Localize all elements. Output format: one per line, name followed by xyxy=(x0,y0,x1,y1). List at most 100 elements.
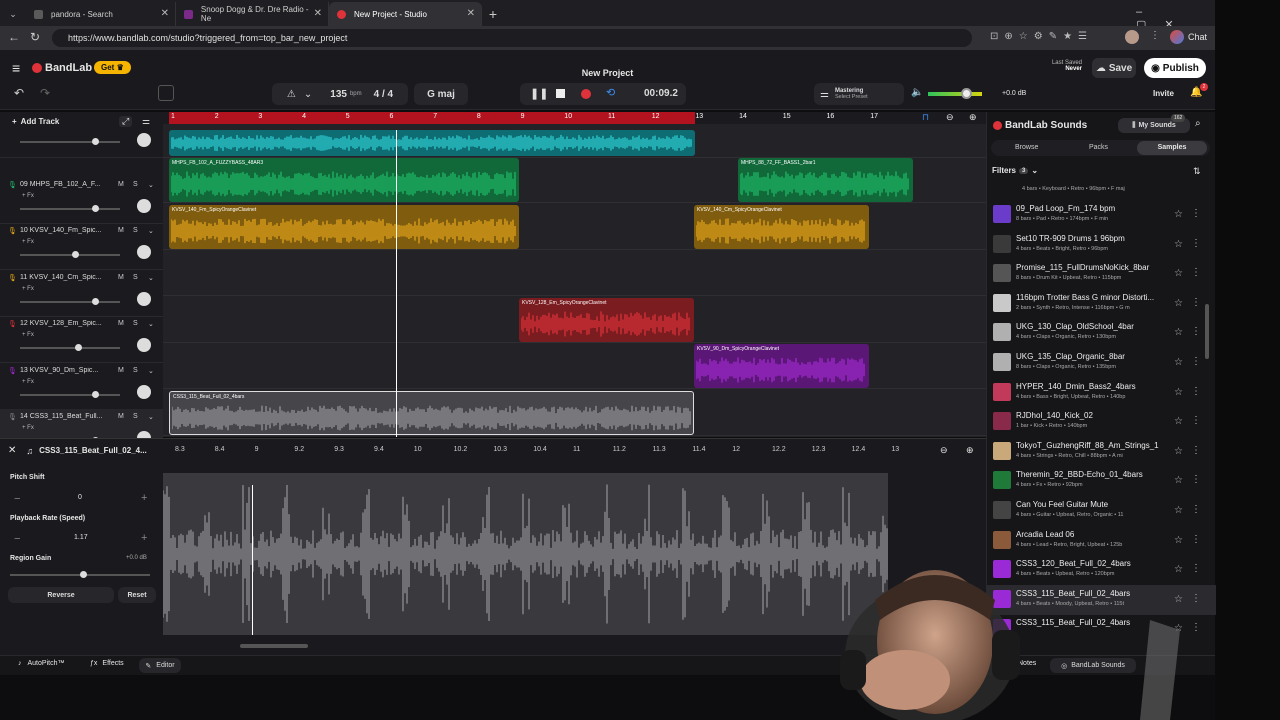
solo-button[interactable]: S xyxy=(133,413,138,420)
editor-tab[interactable]: ✎ Editor xyxy=(139,658,181,673)
favorite-star-icon[interactable]: ☆ xyxy=(1174,268,1183,279)
tab-browse[interactable]: Browse xyxy=(1015,144,1038,151)
track-row[interactable]: 🎙 12 KVSV_128_Em_Spic... + Fx M S ⌄ xyxy=(0,316,163,363)
back-arrow-icon[interactable]: ← xyxy=(8,30,20,44)
favorite-star-icon[interactable]: ☆ xyxy=(1174,416,1183,427)
track-lane[interactable] xyxy=(163,249,986,296)
more-options-icon[interactable]: ⋮ xyxy=(1191,504,1201,515)
add-track-button[interactable]: + Add Track xyxy=(12,117,59,126)
key-selector[interactable]: G maj xyxy=(414,83,468,105)
publish-button[interactable]: ◉ Publish xyxy=(1144,58,1206,78)
chevron-down-icon[interactable]: ⌄ xyxy=(148,413,154,421)
solo-button[interactable]: S xyxy=(133,274,138,281)
list-item[interactable]: Set10 TR-909 Drums 1 96bpm 4 bars • Beat… xyxy=(987,230,1216,260)
favorite-star-icon[interactable]: ☆ xyxy=(1174,505,1183,516)
pan-knob[interactable] xyxy=(137,133,151,147)
favorite-star-icon[interactable]: ☆ xyxy=(1174,327,1183,338)
save-button[interactable]: ☁ Save xyxy=(1092,58,1136,78)
track-row[interactable]: 🎙 10 KVSV_140_Fm_Spic... + Fx M S ⌄ xyxy=(0,223,163,270)
editor-zoom-in-icon[interactable]: ⊕ xyxy=(966,445,974,456)
browser-tab-studio[interactable]: New Project - Studio ✕ xyxy=(329,2,482,26)
sort-icon[interactable]: ⇅ xyxy=(1193,166,1201,177)
pan-knob[interactable] xyxy=(137,338,151,352)
track-row[interactable]: 🎙 11 KVSV_140_Cm_Spic... + Fx M S ⌄ xyxy=(0,270,163,317)
mute-button[interactable]: M xyxy=(118,181,124,188)
playback-rate-value[interactable]: 1.17 xyxy=(74,534,88,541)
chevron-down-icon[interactable]: ⌄ xyxy=(148,367,154,375)
redo-icon[interactable]: ↷ xyxy=(40,86,50,100)
arrangement-area[interactable]: MHPS_FB_102_A_FUZZYBASS_48AR3 MHPS_88_72_… xyxy=(163,112,986,437)
volume-knob[interactable] xyxy=(92,204,99,212)
track-fx-button[interactable]: + Fx xyxy=(22,286,34,292)
automation-icon[interactable]: ⤢ xyxy=(119,116,133,127)
audio-clip[interactable]: MHPS_FB_102_A_FUZZYBASS_48AR3 xyxy=(169,158,519,202)
list-item[interactable]: RJDhol_140_Kick_02 1 bar • Kick • Retro … xyxy=(987,407,1216,437)
rate-increase-icon[interactable]: + xyxy=(141,532,147,544)
more-options-icon[interactable]: ⋮ xyxy=(1191,534,1201,545)
track-fx-button[interactable]: + Fx xyxy=(22,239,34,245)
list-item[interactable]: Can You Feel Guitar Mute 4 bars • Guitar… xyxy=(987,496,1216,526)
pitch-increase-icon[interactable]: + xyxy=(141,492,147,504)
pan-knob[interactable] xyxy=(137,245,151,259)
close-editor-icon[interactable]: ✕ xyxy=(8,445,16,456)
bandlab-logo[interactable]: BandLab xyxy=(32,62,92,74)
list-item[interactable]: UKG_135_Clap_Organic_8bar 8 bars • Claps… xyxy=(987,348,1216,378)
solo-button[interactable]: S xyxy=(133,181,138,188)
track-volume-slider[interactable] xyxy=(20,204,120,212)
track-row[interactable]: 🎙 13 KVSV_90_Dm_Spic... + Fx M S ⌄ xyxy=(0,363,163,410)
volume-knob[interactable] xyxy=(75,344,82,351)
browser-tab-pandora[interactable]: pandora - Search ✕ xyxy=(26,2,176,26)
more-options-icon[interactable]: ⋮ xyxy=(1191,386,1201,397)
volume-knob[interactable] xyxy=(92,390,99,398)
mute-button[interactable]: M xyxy=(118,274,124,281)
editor-zoom-out-icon[interactable]: ⊖ xyxy=(940,445,948,456)
favorite-star-icon[interactable]: ☆ xyxy=(1174,298,1183,309)
mute-button[interactable]: M xyxy=(118,367,124,374)
mute-button[interactable]: M xyxy=(118,320,124,327)
favorite-star-icon[interactable]: ☆ xyxy=(1174,446,1183,457)
list-item[interactable]: Arcadia Lead 06 4 bars • Lead • Retro, B… xyxy=(987,526,1216,556)
playhead[interactable] xyxy=(396,130,397,437)
list-item[interactable]: Promise_115_FullDrumsNoKick_8bar 8 bars … xyxy=(987,259,1216,289)
timeline-ruler[interactable]: 1 2 3 4 5 6 7 8 9 10 11 12 13 14 15 16 17 ⊓ ⊖ ⊕ xyxy=(163,112,986,124)
address-bar-icons[interactable]: ⊡⊕☆⚙✎★☰ xyxy=(990,31,1093,42)
master-volume-slider[interactable] xyxy=(928,88,982,99)
more-options-icon[interactable]: ⋮ xyxy=(1191,415,1201,426)
track-volume-slider[interactable] xyxy=(20,297,120,305)
solo-button[interactable]: S xyxy=(133,227,138,234)
loop-region[interactable] xyxy=(169,112,695,124)
editor-playhead[interactable] xyxy=(252,485,253,635)
favorite-star-icon[interactable]: ☆ xyxy=(1174,387,1183,398)
close-icon[interactable]: ✕ xyxy=(467,8,475,19)
solo-button[interactable]: S xyxy=(133,367,138,374)
zoom-out-icon[interactable]: ⊖ xyxy=(946,112,954,123)
list-item[interactable]: 09_Pad Loop_Fm_174 bpm 8 bars • Pad • Re… xyxy=(987,200,1216,230)
get-membership-button[interactable]: Get ♛ xyxy=(94,61,131,74)
track-fx-button[interactable]: + Fx xyxy=(22,379,34,385)
more-options-icon[interactable]: ⋮ xyxy=(1191,474,1201,485)
pitch-decrease-icon[interactable]: − xyxy=(14,493,20,505)
volume-knob[interactable] xyxy=(92,138,99,145)
editor-scrollbar[interactable] xyxy=(240,644,308,648)
url-field[interactable]: https://www.bandlab.com/studio?triggered… xyxy=(52,29,972,47)
more-options-icon[interactable]: ⋮ xyxy=(1191,208,1201,219)
track-volume-slider[interactable] xyxy=(20,344,120,351)
mastering-button[interactable]: ⚌ Mastering Select Preset xyxy=(814,83,904,105)
more-options-icon[interactable]: ⋮ xyxy=(1191,267,1201,278)
editor-waveform[interactable] xyxy=(162,473,888,635)
tab-packs[interactable]: Packs xyxy=(1089,144,1108,151)
volume-knob[interactable] xyxy=(92,297,99,305)
track-fx-button[interactable]: + Fx xyxy=(22,425,34,431)
menu-dots-icon[interactable]: ⋮ xyxy=(1150,30,1160,41)
chevron-down-icon[interactable]: ⌄ xyxy=(148,181,154,189)
tab-list-chevron-icon[interactable]: ⌄ xyxy=(0,2,26,26)
chat-button[interactable]: Chat xyxy=(1170,30,1207,44)
more-options-icon[interactable]: ⋮ xyxy=(1191,297,1201,308)
track-volume-slider[interactable] xyxy=(20,251,120,258)
autopitch-tab[interactable]: ♪ AutoPitch™ xyxy=(18,660,64,667)
track-row[interactable] xyxy=(0,130,163,158)
hamburger-menu-icon[interactable]: ≡ xyxy=(12,60,20,76)
track-fx-button[interactable]: + Fx xyxy=(22,193,34,199)
favorite-star-icon[interactable]: ☆ xyxy=(1174,475,1183,486)
editor-ruler[interactable]: 8.3 8.4 9 9.2 9.3 9.4 10 10.2 10.3 10.4 11 11.2 11.3… xyxy=(163,439,986,461)
